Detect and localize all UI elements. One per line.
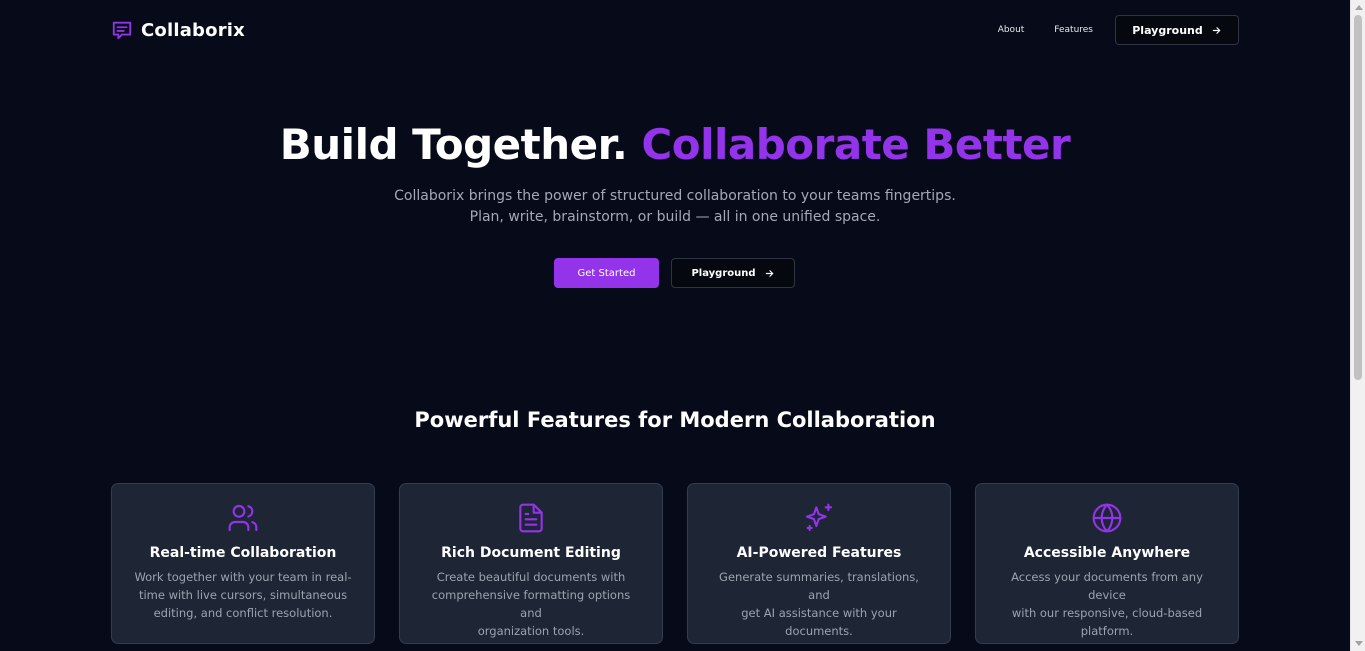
- brand[interactable]: Collaborix: [111, 19, 245, 41]
- globe-icon: [1091, 502, 1123, 534]
- feature-card-realtime: Real-time Collaboration Work together wi…: [111, 483, 375, 644]
- nav-playground-button[interactable]: Playground: [1115, 15, 1239, 45]
- feature-card-desc-line: time with live cursors, simultaneous: [138, 588, 348, 602]
- get-started-button[interactable]: Get Started: [554, 258, 659, 288]
- feature-card-desc-line: editing, and conflict resolution.: [153, 606, 333, 620]
- users-icon: [227, 502, 259, 534]
- feature-card-desc-line: platform.: [1080, 624, 1134, 638]
- feature-card-desc-line: comprehensive formatting options and: [431, 588, 631, 620]
- features-title: Powerful Features for Modern Collaborati…: [414, 408, 936, 432]
- feature-card-accessible: Accessible Anywhere Access your document…: [975, 483, 1239, 644]
- feature-card-title: AI-Powered Features: [736, 545, 902, 561]
- feature-card-description: Access your documents from any device wi…: [997, 568, 1217, 640]
- nav-links: About Features Playground: [998, 15, 1239, 45]
- scroll-down-arrow-icon[interactable]: [1355, 641, 1363, 646]
- feature-card-description: Create beautiful documents with comprehe…: [421, 568, 641, 640]
- feature-card-desc-line: get AI assistance with your documents.: [741, 606, 897, 638]
- message-square-text-icon: [111, 19, 133, 41]
- feature-card-desc-line: Generate summaries, translations, and: [719, 570, 919, 602]
- sparkles-icon: [803, 502, 835, 534]
- feature-cards: Real-time Collaboration Work together wi…: [111, 483, 1239, 644]
- get-started-label: Get Started: [577, 267, 636, 279]
- feature-card-title: Rich Document Editing: [441, 545, 621, 561]
- hero-actions: Get Started Playground: [554, 258, 795, 288]
- hero-playground-label: Playground: [691, 267, 756, 279]
- scrollbar-thumb[interactable]: [1354, 15, 1362, 380]
- feature-card-desc-line: Work together with your team in real-: [134, 570, 352, 584]
- feature-card-desc-line: organization tools.: [477, 624, 585, 638]
- nav-link-about[interactable]: About: [998, 25, 1025, 35]
- page: Collaborix About Features Playground Bui…: [0, 0, 1365, 651]
- feature-card-editing: Rich Document Editing Create beautiful d…: [399, 483, 663, 644]
- hero-title: Build Together. Collaborate Better: [0, 120, 1350, 169]
- feature-card-title: Real-time Collaboration: [149, 545, 337, 561]
- document-icon: [515, 502, 547, 534]
- hero-subtitle-line2: Plan, write, brainstorm, or build — all …: [469, 209, 881, 225]
- feature-card-ai: AI-Powered Features Generate summaries, …: [687, 483, 951, 644]
- hero-title-accent: Collaborate Better: [641, 120, 1071, 169]
- feature-card-desc-line: Access your documents from any device: [1011, 570, 1203, 602]
- feature-card-title: Accessible Anywhere: [1023, 545, 1191, 561]
- feature-card-description: Work together with your team in real- ti…: [133, 568, 353, 622]
- arrow-right-icon: [764, 268, 775, 279]
- scroll-up-arrow-icon[interactable]: [1355, 5, 1363, 10]
- hero-playground-button[interactable]: Playground: [671, 258, 795, 288]
- page-scrollbar[interactable]: [1350, 0, 1365, 651]
- feature-card-desc-line: Create beautiful documents with: [436, 570, 626, 584]
- nav-link-features[interactable]: Features: [1054, 25, 1093, 35]
- hero-title-main: Build Together.: [279, 120, 642, 169]
- navbar: Collaborix About Features Playground: [111, 15, 1239, 45]
- feature-card-description: Generate summaries, translations, and ge…: [709, 568, 929, 640]
- hero-subtitle-line1: Collaborix brings the power of structure…: [394, 188, 956, 204]
- brand-name: Collaborix: [141, 19, 245, 41]
- feature-card-desc-line: with our responsive, cloud-based: [1011, 606, 1203, 620]
- arrow-right-icon: [1211, 25, 1222, 36]
- nav-playground-label: Playground: [1132, 23, 1203, 37]
